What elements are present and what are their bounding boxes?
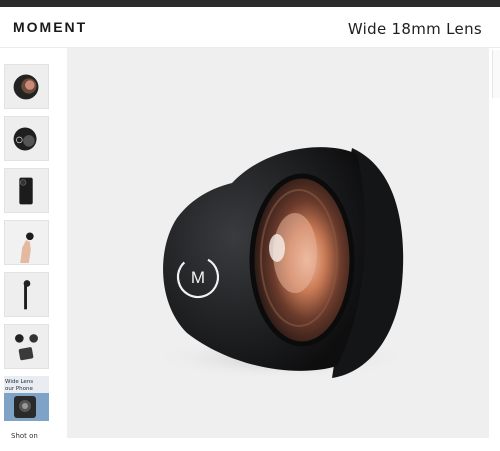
lens-image: M (67, 48, 489, 438)
brand-logo[interactable]: MOMENT (13, 19, 87, 35)
phone-case-icon (5, 169, 48, 212)
thumbnail-strip: Wide Lens our Phone Shot on (0, 48, 64, 451)
right-panel-edge (492, 50, 500, 98)
thumbnail-5[interactable] (4, 272, 49, 317)
main-product-image[interactable]: M (67, 48, 489, 438)
thumbnail-caption: Shot on (11, 432, 38, 440)
lens-icon (5, 65, 48, 108)
thumbnail-7[interactable]: Wide Lens our Phone (4, 376, 49, 421)
thumbnail-3[interactable] (4, 168, 49, 213)
hand-icon (5, 221, 48, 264)
thumbnail-6[interactable] (4, 324, 49, 369)
accessories-icon (5, 325, 48, 368)
video-icon: Wide Lens our Phone (4, 376, 49, 421)
brand-badge-letter: M (191, 268, 205, 287)
thumbnail-2[interactable] (4, 116, 49, 161)
thumbnail-1[interactable] (4, 64, 49, 109)
thumbnail-4[interactable] (4, 220, 49, 265)
header: MOMENT Wide 18mm Lens (0, 7, 500, 48)
mount-icon (5, 273, 48, 316)
video-text-line-1: Wide Lens (5, 379, 33, 385)
lens-icon (5, 117, 48, 160)
top-bar (0, 0, 500, 7)
product-title: Wide 18mm Lens (347, 20, 482, 38)
video-text-line-2: our Phone (5, 386, 34, 392)
